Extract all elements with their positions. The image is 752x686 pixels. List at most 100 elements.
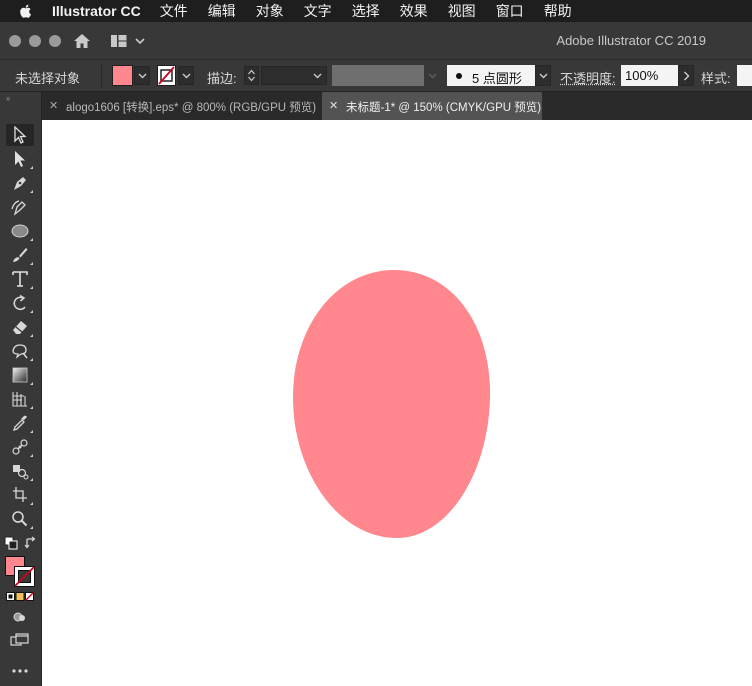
menu-effect[interactable]: 效果 [400, 1, 428, 21]
stepper-arrows-icon [245, 67, 258, 84]
screen-mode-icon[interactable] [10, 632, 30, 648]
stroke-none-indicator[interactable] [14, 566, 35, 587]
tab-untitled-1[interactable]: ✕ 未标题-1* @ 150% (CMYK/GPU 预览) [322, 92, 542, 120]
blend-tool[interactable] [6, 436, 34, 458]
menu-select[interactable]: 选择 [352, 1, 380, 21]
more-tools-icon[interactable] [11, 668, 29, 674]
color-mode-icons[interactable] [6, 592, 34, 602]
stroke-weight-label[interactable]: 描边: [207, 68, 237, 87]
tool-flyout-indicator [30, 478, 33, 481]
menu-bar: Illustrator CC 文件 编辑 对象 文字 选择 效果 视图 窗口 帮… [0, 0, 752, 22]
artboard-icon [10, 486, 30, 504]
graph-tool[interactable] [6, 388, 34, 410]
app-title-bar: Adobe Illustrator CC 2019 [0, 22, 752, 60]
gradient-tool[interactable] [6, 364, 34, 386]
close-window-button[interactable] [9, 35, 21, 47]
zoom-tool[interactable] [6, 508, 34, 530]
menu-app-name[interactable]: Illustrator CC [52, 3, 141, 19]
menu-file[interactable]: 文件 [160, 1, 188, 21]
tool-flyout-indicator [30, 262, 33, 265]
default-fill-stroke-icon[interactable] [4, 536, 18, 550]
none-stroke-icon [158, 66, 175, 85]
tool-flyout-indicator [30, 526, 33, 529]
panel-grip-icon[interactable]: ›› [6, 94, 9, 103]
selection-tool[interactable] [6, 124, 34, 146]
warp-tool[interactable] [6, 340, 34, 362]
opacity-field[interactable]: 100% [621, 65, 678, 86]
direct-selection-tool[interactable] [6, 148, 34, 170]
home-icon[interactable] [73, 32, 91, 50]
type-tool[interactable] [6, 268, 34, 290]
eyedropper-icon [10, 414, 30, 432]
tool-flyout-indicator [30, 454, 33, 457]
tool-flyout-indicator [30, 238, 33, 241]
tool-flyout-indicator [30, 430, 33, 433]
tab-alogo1606[interactable]: ✕ alogo1606 [转换].eps* @ 800% (RGB/GPU 预览… [42, 92, 321, 120]
close-tab-icon[interactable]: ✕ [329, 99, 338, 112]
variable-width-dropdown[interactable] [426, 66, 440, 85]
stroke-none-swatch[interactable] [157, 65, 176, 86]
menu-view[interactable]: 视图 [448, 1, 476, 21]
fill-dropdown-button[interactable] [134, 66, 150, 85]
pen-icon [10, 174, 30, 192]
menu-window[interactable]: 窗口 [496, 1, 524, 21]
menu-object[interactable]: 对象 [256, 1, 284, 21]
canvas-artwork [42, 120, 752, 686]
artboard-tool[interactable] [6, 484, 34, 506]
chevron-down-icon [182, 73, 191, 79]
tool-flyout-indicator [30, 286, 33, 289]
ellipse-icon [10, 222, 30, 240]
curvature-pen-icon [10, 198, 30, 216]
swap-fill-stroke-icon[interactable] [24, 536, 38, 550]
stroke-weight-field[interactable] [261, 66, 327, 85]
eyedropper-tool[interactable] [6, 412, 34, 434]
gradient-icon [10, 366, 30, 384]
graphic-style-swatch[interactable] [737, 65, 752, 86]
fill-color-swatch[interactable] [112, 65, 133, 86]
symbol-sprayer-icon [10, 462, 30, 480]
menu-type[interactable]: 文字 [304, 1, 332, 21]
chevron-down-icon [138, 73, 147, 79]
rotate-tool[interactable] [6, 292, 34, 314]
close-tab-icon[interactable]: ✕ [49, 99, 58, 112]
tool-flyout-indicator [30, 310, 33, 313]
app-title: Adobe Illustrator CC 2019 [556, 33, 706, 48]
opacity-arrow-button[interactable] [678, 65, 694, 86]
type-t-icon [10, 270, 30, 288]
minimize-window-button[interactable] [29, 35, 41, 47]
symbol-sprayer-tool[interactable] [6, 460, 34, 482]
menu-help[interactable]: 帮助 [544, 1, 572, 21]
brush-definition[interactable]: 5 点圆形 [447, 65, 535, 86]
artboard-canvas[interactable] [42, 120, 752, 686]
variable-width-profile[interactable] [332, 65, 424, 86]
tool-flyout-indicator [30, 358, 33, 361]
menu-edit[interactable]: 编辑 [208, 1, 236, 21]
brush-dropdown-button[interactable] [535, 65, 551, 86]
stroke-dropdown-button[interactable] [178, 66, 194, 85]
zoom-magnifier-icon [10, 510, 30, 528]
tool-flyout-indicator [30, 334, 33, 337]
zoom-window-button[interactable] [49, 35, 61, 47]
chevron-down-icon [428, 73, 437, 79]
direct-selection-arrow-icon [10, 150, 30, 168]
eraser-tool[interactable] [6, 316, 34, 338]
paintbrush-icon [10, 246, 30, 264]
tool-flyout-indicator [30, 166, 33, 169]
tools-panel: ›› [0, 92, 42, 686]
paintbrush-tool[interactable] [6, 244, 34, 266]
apple-icon[interactable] [18, 3, 34, 19]
tool-flyout-indicator [30, 502, 33, 505]
pen-tool[interactable] [6, 172, 34, 194]
workspace-switcher-icon[interactable] [109, 33, 147, 49]
ellipse-tool[interactable] [6, 220, 34, 242]
curvature-tool[interactable] [6, 196, 34, 218]
brush-dot-icon [456, 73, 462, 79]
stroke-weight-stepper[interactable] [244, 66, 259, 85]
opacity-label[interactable]: 不透明度: [560, 68, 616, 87]
drawing-mode-icon[interactable] [12, 610, 28, 624]
tab-label: 未标题-1* @ 150% (CMYK/GPU 预览) [346, 99, 541, 115]
mesh-grid-icon [10, 390, 30, 408]
selection-status: 未选择对象 [15, 68, 80, 87]
pink-ellipse-shape[interactable] [293, 270, 490, 538]
divider [101, 64, 102, 88]
